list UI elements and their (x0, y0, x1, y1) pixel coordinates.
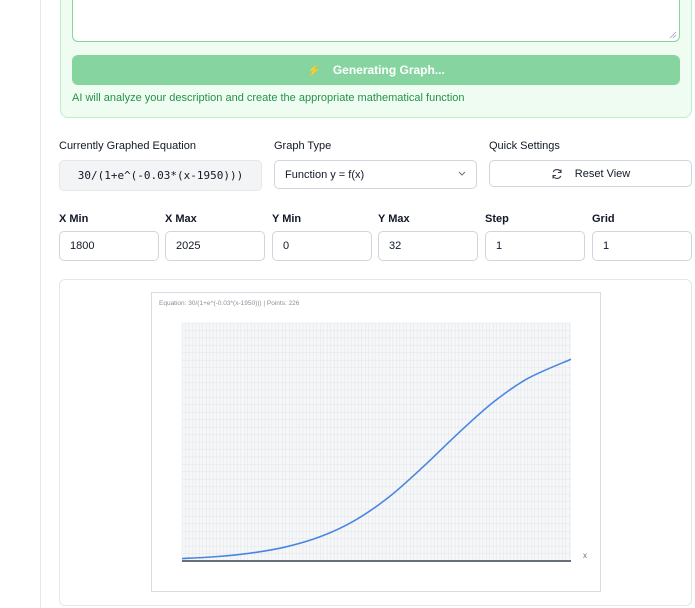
y-max-label: Y Max (378, 213, 410, 225)
y-max-input[interactable]: 32 (378, 231, 478, 261)
generate-graph-label: Generating Graph... (332, 63, 445, 77)
ai-analysis-note: AI will analyze your description and cre… (72, 92, 465, 104)
quick-settings-label: Quick Settings (489, 140, 560, 152)
reset-view-label: Reset View (574, 167, 631, 180)
graph-type-select[interactable]: Function y = f(x) (274, 160, 477, 189)
description-textarea[interactable] (72, 0, 680, 42)
generate-graph-button[interactable]: ⚡ Generating Graph... (72, 55, 680, 85)
left-divider (40, 0, 41, 608)
graph-type-value: Function y = f(x) (285, 168, 365, 181)
y-min-input[interactable]: 0 (272, 231, 372, 261)
grid-input[interactable]: 1 (592, 231, 692, 261)
reset-view-button[interactable]: Reset View (489, 160, 692, 187)
x-min-input[interactable]: 1800 (59, 231, 159, 261)
chevron-down-icon (458, 171, 466, 176)
plot-svg: x (181, 322, 587, 562)
current-equation-display: 30/(1+e^(-0.03*(x-1950))) (59, 160, 262, 191)
y-min-label: Y Min (272, 213, 302, 225)
refresh-icon (552, 168, 562, 179)
x-max-label: X Max (165, 213, 197, 225)
app-page: ⚡ Generating Graph... AI will analyze yo… (0, 0, 695, 608)
equation-label: Currently Graphed Equation (59, 140, 196, 152)
grid-label: Grid (592, 213, 615, 225)
x-axis-label: x (583, 551, 587, 560)
resize-grip-icon[interactable] (669, 31, 677, 39)
prompt-panel: ⚡ Generating Graph... AI will analyze yo… (60, 0, 692, 118)
x-min-label: X Min (59, 213, 89, 225)
step-input[interactable]: 1 (485, 231, 585, 261)
lightning-icon: ⚡ (307, 64, 321, 77)
graph-canvas[interactable]: Equation: 30/(1+e^(-0.03*(x-1950))) | Po… (151, 292, 601, 592)
step-label: Step (485, 213, 509, 225)
x-max-input[interactable]: 2025 (165, 231, 265, 261)
graph-type-label: Graph Type (274, 140, 332, 152)
grid-lines (181, 322, 571, 562)
